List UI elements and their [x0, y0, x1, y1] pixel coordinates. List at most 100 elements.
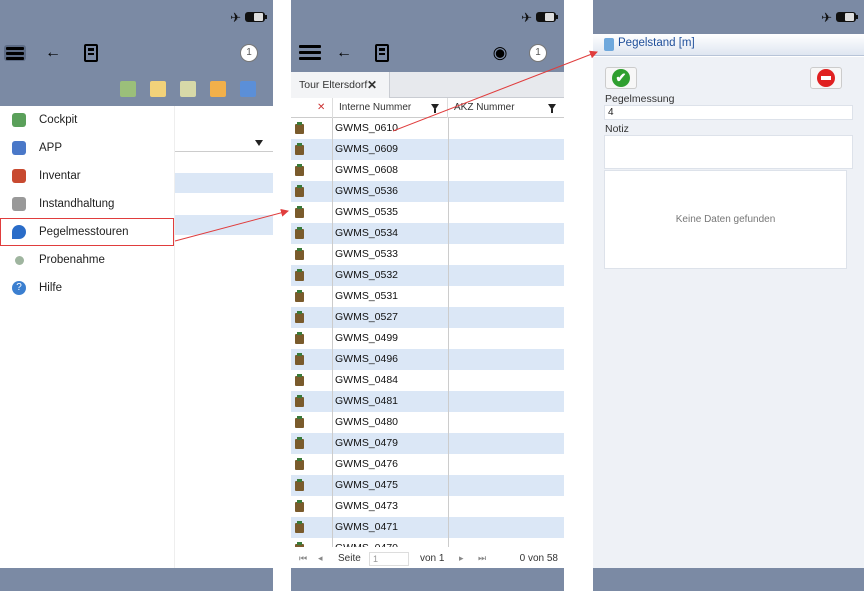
menu-item-pegelmesstouren[interactable]: Pegelmesstouren	[0, 218, 174, 246]
akz-nummer-cell	[448, 391, 449, 412]
menu-item-label: Instandhaltung	[39, 198, 115, 210]
table-row[interactable]: GWMS_0479	[291, 433, 564, 454]
row-icon-cell	[291, 517, 333, 538]
table-row[interactable]: GWMS_0473	[291, 496, 564, 517]
pegelmessung-field[interactable]: 4	[604, 105, 853, 120]
table-row[interactable]: GWMS_0527	[291, 307, 564, 328]
table-row[interactable]: GWMS_0496	[291, 349, 564, 370]
menu-item-instandhaltung[interactable]: Instandhaltung	[0, 190, 174, 218]
checkmark-icon: ✔	[612, 69, 630, 87]
row-icon-cell	[291, 139, 333, 160]
row-icon-cell	[291, 265, 333, 286]
table-row[interactable]: GWMS_0484	[291, 370, 564, 391]
tab-tour-eltersdorf[interactable]: Tour Eltersdorf ✕	[291, 72, 390, 98]
record-count: 0 von 58	[519, 553, 558, 564]
hamburger-menu-icon[interactable]	[299, 45, 321, 61]
airplane-icon: ✈	[230, 10, 241, 25]
bottom-bar	[0, 568, 273, 591]
back-arrow-icon[interactable]: ←	[43, 43, 63, 63]
menu-item-probenahme[interactable]: Probenahme	[0, 246, 174, 274]
menu-item-inventar[interactable]: Inventar	[0, 162, 174, 190]
filter-icon[interactable]	[255, 140, 263, 146]
menu-item-label: Inventar	[39, 170, 81, 182]
row-icon-cell	[291, 475, 333, 496]
akz-nummer-cell	[448, 433, 449, 454]
document-icon[interactable]	[150, 81, 166, 97]
interne-nummer-cell: GWMS_0481	[335, 395, 399, 407]
location-pin-icon[interactable]: ◉	[490, 43, 510, 63]
last-page-icon[interactable]: ⏭	[478, 553, 486, 564]
table-row[interactable]: GWMS_0480	[291, 412, 564, 433]
row-icon-cell	[291, 412, 333, 433]
menu-item-app[interactable]: APP	[0, 134, 174, 162]
menu-item-label: Pegelmesstouren	[39, 226, 129, 238]
table-row[interactable]: GWMS_0470	[291, 538, 564, 547]
menu-item-cockpit[interactable]: Cockpit	[0, 106, 174, 134]
filter-icon[interactable]	[548, 104, 556, 113]
page-input[interactable]: 1	[369, 552, 409, 566]
interne-nummer-cell: GWMS_0475	[335, 479, 399, 491]
clipboard-icon	[295, 122, 304, 134]
clear-filter-icon[interactable]: ✕	[317, 98, 325, 118]
row-icon-cell	[291, 454, 333, 475]
interne-nummer-cell: GWMS_0484	[335, 374, 399, 386]
page-total: von 1	[420, 553, 445, 564]
table-row[interactable]: GWMS_0476	[291, 454, 564, 475]
battery-icon	[245, 12, 267, 22]
cancel-button[interactable]	[810, 67, 842, 89]
airplane-icon: ✈	[821, 10, 832, 25]
table-row[interactable]: GWMS_0531	[291, 286, 564, 307]
back-arrow-icon[interactable]: ←	[334, 43, 354, 63]
clipboard-icon	[295, 290, 304, 302]
table-row[interactable]: GWMS_0610	[291, 118, 564, 139]
status-bar: ✈	[0, 0, 273, 34]
notiz-field[interactable]	[604, 135, 853, 169]
filter-icon[interactable]	[431, 104, 439, 113]
col-header-interne-nummer[interactable]: Interne Nummer	[333, 98, 448, 118]
prev-page-icon[interactable]: ◂	[318, 553, 323, 564]
calculator-icon[interactable]	[375, 44, 389, 62]
akz-nummer-cell	[448, 475, 449, 496]
check-icon[interactable]	[120, 81, 136, 97]
clipboard-icon	[295, 374, 304, 386]
row-icon-cell	[291, 160, 333, 181]
table-row[interactable]: GWMS_0499	[291, 328, 564, 349]
table-row[interactable]: GWMS_0535	[291, 202, 564, 223]
network-icon[interactable]	[240, 81, 256, 97]
interne-nummer-cell: GWMS_0480	[335, 416, 399, 428]
row-icon-cell	[291, 433, 333, 454]
interne-nummer-cell: GWMS_0532	[335, 269, 399, 281]
interne-nummer-cell: GWMS_0471	[335, 521, 399, 533]
row-icon-cell	[291, 391, 333, 412]
notification-badge[interactable]: 1	[529, 44, 547, 62]
table-row[interactable]: GWMS_0475	[291, 475, 564, 496]
table-row[interactable]: GWMS_0609	[291, 139, 564, 160]
table-row[interactable]: GWMS_0608	[291, 160, 564, 181]
edit-icon[interactable]	[180, 81, 196, 97]
tab-label: Tour Eltersdorf	[299, 79, 368, 91]
hamburger-menu-icon[interactable]	[4, 45, 26, 61]
tour-list-screen: ✈ ← ◉ 1 Tour Eltersdorf ✕ ✕ Interne Numm…	[291, 0, 564, 591]
table-row[interactable]: GWMS_0533	[291, 244, 564, 265]
notification-badge[interactable]: 1	[240, 44, 258, 62]
close-icon[interactable]: ✕	[367, 72, 377, 98]
col-header-akz-nummer[interactable]: AKZ Nummer	[448, 98, 564, 118]
grid-icon[interactable]	[210, 81, 226, 97]
next-page-icon[interactable]: ▸	[459, 553, 464, 564]
table-row[interactable]: GWMS_0534	[291, 223, 564, 244]
stop-icon	[817, 69, 835, 87]
dialog-body	[593, 57, 864, 568]
calculator-icon[interactable]	[84, 44, 98, 62]
interne-nummer-cell: GWMS_0496	[335, 353, 399, 365]
first-page-icon[interactable]: ⏮	[299, 553, 307, 564]
table-row[interactable]: GWMS_0536	[291, 181, 564, 202]
battery-icon	[836, 12, 858, 22]
table-row[interactable]: GWMS_0532	[291, 265, 564, 286]
clipboard-icon	[295, 248, 304, 260]
confirm-button[interactable]: ✔	[605, 67, 637, 89]
side-menu: Cockpit APP Inventar Instandhaltung Pege…	[0, 106, 175, 568]
table-row[interactable]: GWMS_0471	[291, 517, 564, 538]
menu-item-hilfe[interactable]: ? Hilfe	[0, 274, 174, 302]
clipboard-icon	[295, 185, 304, 197]
table-row[interactable]: GWMS_0481	[291, 391, 564, 412]
